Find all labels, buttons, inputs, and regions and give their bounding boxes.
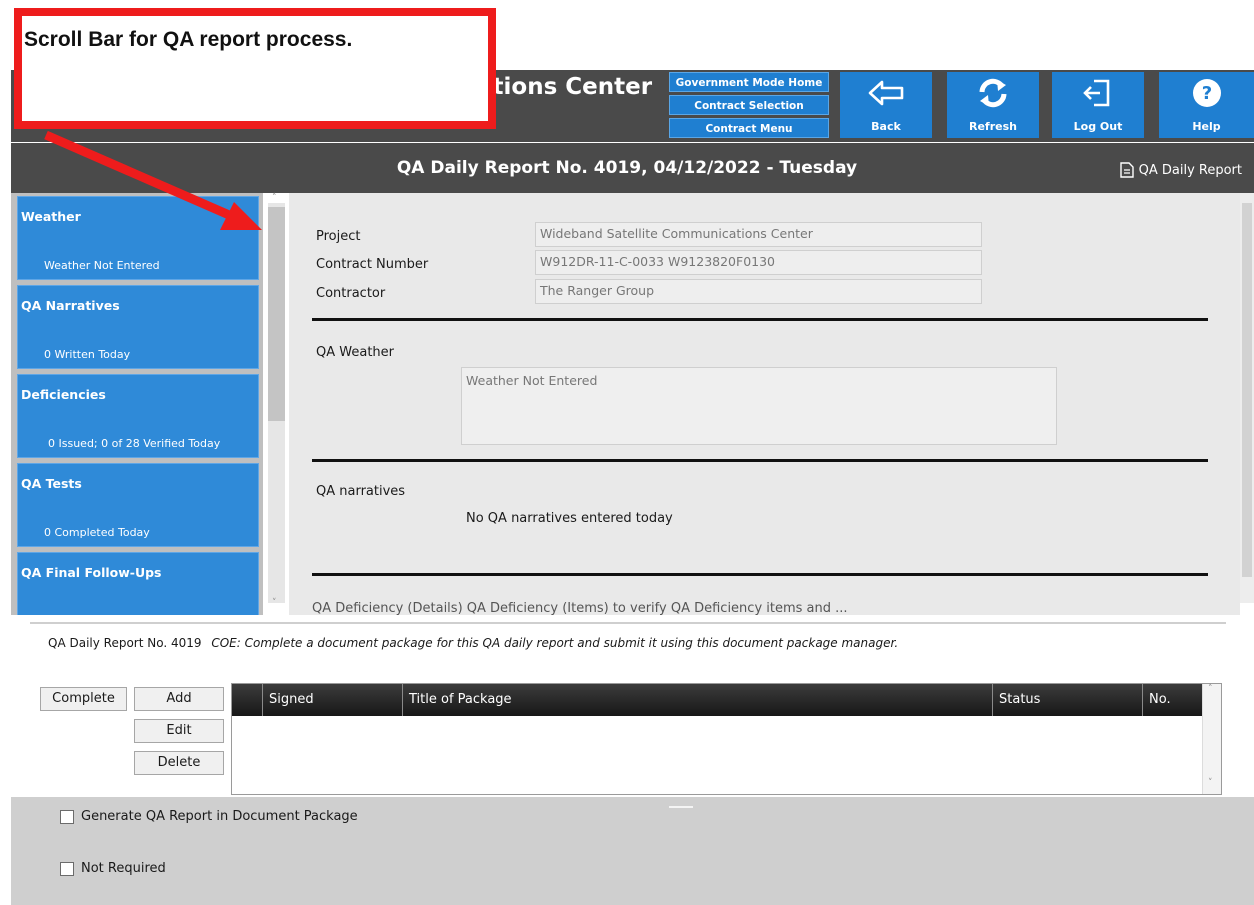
contract-number-field: W912DR-11-C-0033 W9123820F0130 [535, 250, 982, 275]
log-out-button[interactable]: Log Out [1052, 72, 1144, 138]
sidebar-item-qa-narratives[interactable]: QA Narratives 0 Written Today [17, 285, 259, 369]
sidebar-item-status: 0 Written Today [44, 348, 131, 361]
refresh-button-label: Refresh [969, 120, 1017, 133]
generate-qa-report-option[interactable]: Generate QA Report in Document Package [60, 809, 358, 824]
back-arrow-icon [840, 76, 932, 110]
government-mode-home-link[interactable]: Government Mode Home [669, 72, 829, 92]
table-header: Signed Title of Package Status No. [232, 684, 1202, 716]
sidebar-item-title: QA Narratives [21, 298, 120, 313]
scroll-down-icon[interactable]: ˅ [272, 598, 277, 608]
refresh-button[interactable]: Refresh [947, 72, 1039, 138]
contract-number-label: Contract Number [316, 257, 429, 272]
section-divider [312, 459, 1208, 462]
complete-button[interactable]: Complete [40, 687, 127, 711]
sidebar-item-title: Weather [21, 209, 81, 224]
project-label: Project [316, 229, 361, 244]
not-required-checkbox[interactable] [60, 861, 74, 876]
contract-selection-link[interactable]: Contract Selection [669, 95, 829, 115]
add-button[interactable]: Add [134, 687, 224, 711]
qa-narratives-empty-message: No QA narratives entered today [466, 511, 673, 526]
scrollbar-thumb[interactable] [268, 207, 285, 421]
package-instruction: QA Daily Report No. 4019 COE: Complete a… [48, 636, 898, 650]
qa-daily-report-link[interactable]: QA Daily Report [1119, 162, 1242, 178]
column-header-no[interactable]: No. [1142, 684, 1202, 716]
scrollbar-thumb[interactable] [1242, 203, 1252, 577]
sidebar-item-deficiencies[interactable]: Deficiencies 0 Issued; 0 of 28 Verified … [17, 374, 259, 458]
column-header-signed[interactable]: Signed [262, 684, 402, 716]
sidebar-item-status: 0 Issued; 0 of 28 Verified Today [48, 437, 221, 450]
refresh-icon [947, 76, 1039, 110]
sidebar-item-qa-final-follow-ups[interactable]: QA Final Follow-Ups [17, 552, 259, 615]
help-icon: ? [1159, 76, 1254, 110]
log-out-button-label: Log Out [1073, 120, 1123, 133]
sidebar: Weather Weather Not Entered QA Narrative… [11, 193, 263, 615]
sidebar-item-title: Deficiencies [21, 387, 106, 402]
table-scrollbar[interactable]: ˄ ˅ [1202, 684, 1221, 794]
edit-button[interactable]: Edit [134, 719, 224, 743]
sidebar-item-title: QA Tests [21, 476, 82, 491]
qa-narratives-label: QA narratives [316, 484, 406, 499]
contractor-label: Contractor [316, 286, 386, 301]
sidebar-item-status: Weather Not Entered [44, 259, 160, 272]
scroll-up-icon[interactable]: ˄ [272, 193, 277, 203]
annotation-text: Scroll Bar for QA report process. [24, 28, 353, 51]
package-report-number: QA Daily Report No. 4019 [48, 636, 202, 650]
sidebar-item-qa-tests[interactable]: QA Tests 0 Completed Today [17, 463, 259, 547]
section-divider [312, 318, 1208, 321]
document-icon [1119, 162, 1134, 178]
generate-qa-report-label: Generate QA Report in Document Package [81, 809, 358, 824]
package-instruction-text: COE: Complete a document package for thi… [211, 636, 899, 650]
sidebar-item-title: QA Final Follow-Ups [21, 565, 162, 580]
splitter-grip[interactable] [669, 806, 693, 808]
help-button-label: Help [1192, 120, 1221, 133]
back-button-label: Back [871, 120, 901, 133]
logout-icon [1052, 76, 1144, 110]
nav-link-stack: Government Mode Home Contract Selection … [669, 72, 829, 138]
generate-qa-report-checkbox[interactable] [60, 809, 74, 824]
column-header-status[interactable]: Status [992, 684, 1142, 716]
qa-weather-label: QA Weather [316, 345, 394, 360]
qa-weather-field: Weather Not Entered [461, 367, 1057, 445]
back-button[interactable]: Back [840, 72, 932, 138]
contractor-field: The Ranger Group [535, 279, 982, 304]
help-button[interactable]: ? Help [1159, 72, 1254, 138]
svg-text:?: ? [1201, 83, 1211, 104]
contract-menu-link[interactable]: Contract Menu [669, 118, 829, 138]
report-scrollbar[interactable] [1240, 193, 1254, 603]
scroll-down-icon[interactable]: ˅ [1208, 778, 1213, 788]
not-required-label: Not Required [81, 861, 166, 876]
project-field: Wideband Satellite Communications Center [535, 222, 982, 247]
annotation-callout [14, 8, 496, 129]
app-title: ations Center [477, 74, 653, 100]
sidebar-item-weather[interactable]: Weather Weather Not Entered [17, 196, 259, 280]
section-divider [312, 573, 1208, 576]
sidebar-item-status: 0 Completed Today [44, 526, 150, 539]
qa-deficiency-section-heading: QA Deficiency (Details) QA Deficiency (I… [312, 601, 848, 615]
sidebar-scrollbar[interactable]: ˄ ˅ [263, 193, 289, 615]
report-content: Project Wideband Satellite Communication… [289, 193, 1240, 615]
panel-splitter[interactable] [30, 622, 1226, 624]
scroll-up-icon[interactable]: ˄ [1208, 684, 1213, 694]
not-required-option[interactable]: Not Required [60, 861, 166, 876]
document-package-table: Signed Title of Package Status No. ˄ ˅ [231, 683, 1222, 795]
report-title: QA Daily Report No. 4019, 04/12/2022 - T… [396, 158, 858, 178]
delete-button[interactable]: Delete [134, 751, 224, 775]
column-header-title-of-package[interactable]: Title of Package [402, 684, 992, 716]
qa-daily-report-link-label: QA Daily Report [1138, 162, 1242, 178]
